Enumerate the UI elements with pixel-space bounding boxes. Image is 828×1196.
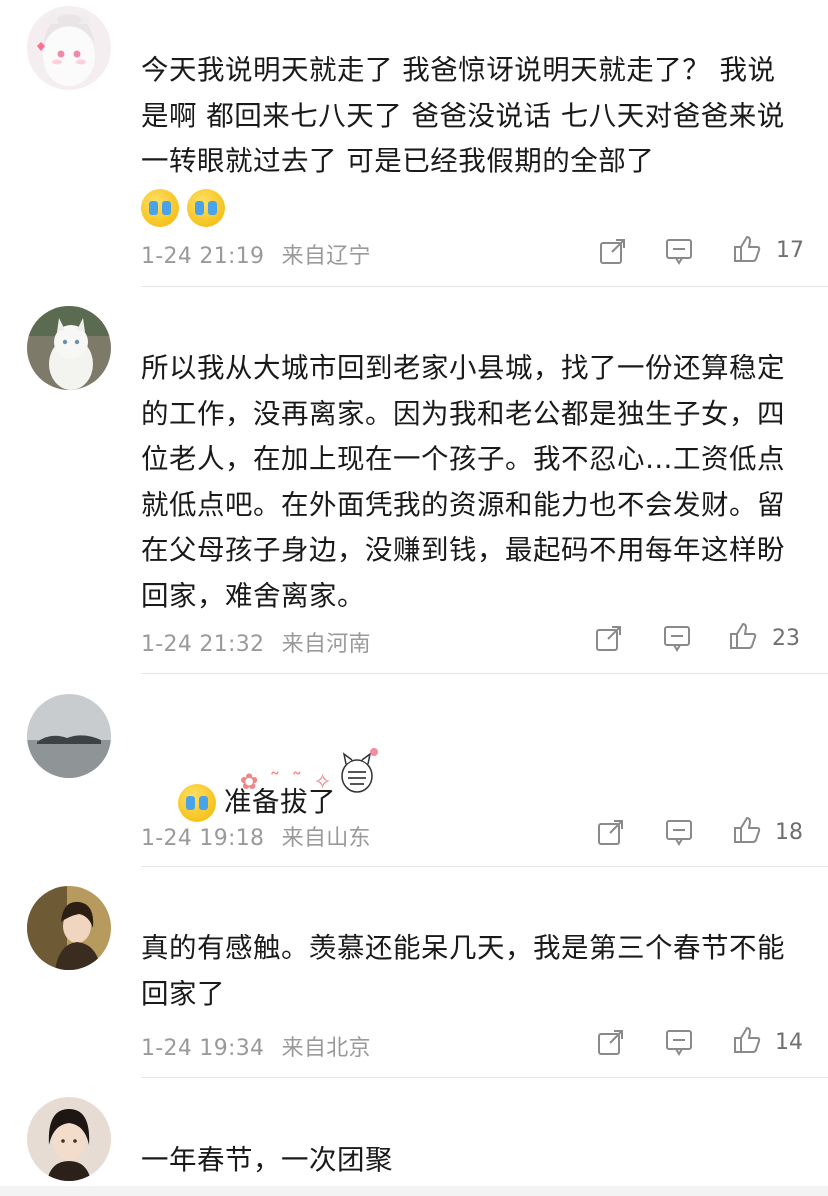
comment-meta: 1-24 19:18 来自山东 (141, 820, 381, 852)
crying-face-emoji (141, 188, 179, 227)
comment-icon[interactable] (664, 1027, 694, 1057)
like-icon[interactable] (732, 1025, 762, 1055)
avatar[interactable] (27, 886, 111, 970)
comment-text: 今天我说明天就走了 我爸惊讶说明天就走了？ 我说是啊 都回来七八天了 爸爸没说话… (141, 48, 803, 230)
like-icon[interactable] (732, 815, 762, 845)
comment-location: 来自北京 (281, 1036, 371, 1061)
cat-sticker-icon (332, 744, 382, 796)
crying-face-emoji (187, 188, 225, 227)
comment-location: 来自河南 (281, 632, 371, 657)
comment-location: 来自山东 (281, 826, 371, 851)
decorative-sticker: ✿ ˜ ˜ ✧ (240, 770, 334, 795)
avatar[interactable] (27, 1097, 111, 1181)
comment-date: 1-24 19:34 (141, 1036, 265, 1061)
divider (141, 866, 828, 867)
comment-icon[interactable] (664, 817, 694, 847)
comment-location: 来自辽宁 (281, 244, 371, 269)
comment-text: 真的有感触。羡慕还能呆几天，我是第三个春节不能回家了 (141, 932, 785, 1010)
divider (141, 673, 828, 674)
crying-face-emoji (177, 783, 216, 822)
comment-text: 一年春节，一次团聚 (141, 1144, 393, 1176)
like-icon[interactable] (732, 234, 762, 264)
share-icon[interactable] (596, 1027, 626, 1057)
like-icon[interactable] (728, 621, 758, 651)
comment-meta: 1-24 19:34 来自北京 (141, 1030, 381, 1062)
like-count: 23 (772, 626, 800, 651)
share-icon[interactable] (594, 623, 624, 653)
share-icon[interactable] (596, 817, 626, 847)
comment-meta: 1-24 21:19 来自辽宁 (141, 238, 381, 270)
like-count: 18 (775, 820, 803, 845)
comment-date: 1-24 19:18 (141, 826, 265, 851)
like-count: 14 (775, 1030, 803, 1055)
divider (141, 286, 828, 287)
comment-date: 1-24 21:19 (141, 244, 265, 269)
avatar[interactable] (27, 694, 111, 778)
like-count: 17 (776, 238, 804, 263)
avatar[interactable] (27, 306, 111, 390)
comment-icon[interactable] (664, 236, 694, 266)
comment-text: 所以我从大城市回到老家小县城，找了一份还算稳定的工作，没再离家。因为我和老公都是… (141, 352, 785, 612)
comment-icon[interactable] (662, 623, 692, 653)
avatar[interactable] (27, 6, 111, 90)
divider (141, 1077, 828, 1078)
bottom-input-bar[interactable] (0, 1186, 828, 1196)
comment-date: 1-24 21:32 (141, 632, 265, 657)
share-icon[interactable] (598, 236, 628, 266)
comment-meta: 1-24 21:32 来自河南 (141, 626, 381, 658)
